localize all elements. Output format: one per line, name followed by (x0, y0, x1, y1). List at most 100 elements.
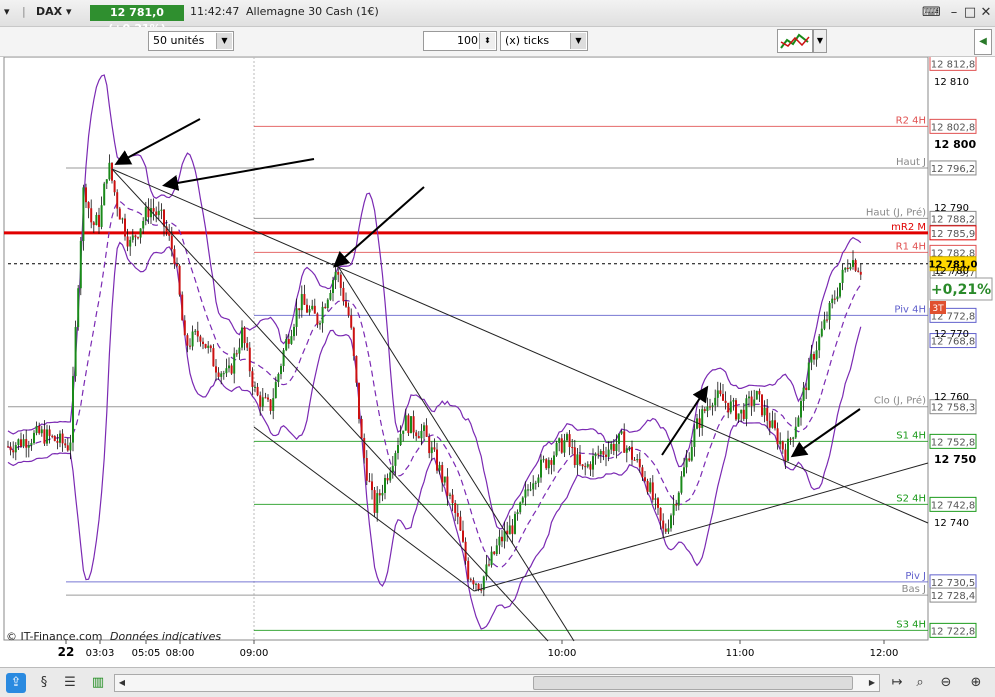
scroll-right-icon[interactable]: ▶ (865, 675, 879, 691)
candle-down (38, 425, 41, 434)
candle-down (454, 503, 457, 513)
candle-down (854, 260, 857, 271)
menu-icon[interactable]: ▾ (4, 5, 10, 18)
candle-down (719, 390, 722, 394)
units-select[interactable]: 50 unités ▼ (148, 31, 234, 51)
candle-down (256, 386, 259, 396)
candle-up (807, 362, 810, 391)
candle-down (53, 436, 56, 441)
candle-up (625, 448, 628, 453)
maximize-icon[interactable]: □ (962, 6, 978, 20)
scroll-left-icon[interactable]: ◀ (115, 675, 129, 691)
chart-tools-button[interactable] (777, 29, 813, 53)
candle-down (550, 460, 553, 465)
candle-down (85, 187, 87, 203)
y-tick-label: 12 750 (934, 453, 976, 466)
candle-down (758, 390, 761, 395)
candle-down (64, 443, 67, 446)
candle-down (230, 365, 233, 374)
candle-up (79, 240, 82, 289)
candle-down (303, 294, 306, 305)
candle-up (558, 438, 561, 443)
candle-up (285, 339, 288, 351)
annotation-arrow (790, 408, 861, 458)
instrument-short[interactable]: DAX (36, 5, 62, 18)
level-value: 12 788,2 (931, 214, 976, 225)
share-icon[interactable]: ⇪ (6, 673, 26, 693)
candles-icon[interactable]: ▥ (88, 673, 108, 693)
candle-down (176, 264, 178, 266)
candle-down (581, 464, 584, 467)
scroll-thumb[interactable] (533, 676, 853, 690)
candle-up (787, 438, 789, 461)
stepper-arrows-icon[interactable]: ⬍ (479, 33, 495, 49)
price-chart[interactable]: R2 4H Haut J Haut (J, Pré) mR2 M R1 4H Piv 4H… (0, 55, 995, 667)
candle-up (33, 432, 35, 444)
ticks-unit-select[interactable]: (x) ticks ▼ (500, 31, 588, 51)
candle-down (345, 301, 347, 307)
candle-down (20, 439, 22, 447)
level-name: R2 4H (896, 115, 926, 126)
bottom-toolbar: ⇪ § ☰ ▥ ◀ ▶ ↦ ⌕ ⊖ ⊕ (0, 667, 995, 697)
candle-down (488, 564, 490, 566)
candle-down (126, 236, 129, 247)
close-icon[interactable]: ✕ (978, 6, 994, 20)
ticks-count-stepper[interactable]: 100 ⬍ (423, 31, 497, 51)
zoom-fit-icon[interactable]: ⌕ (910, 673, 930, 693)
candle-down (339, 274, 342, 288)
chevron-down-icon[interactable]: ▼ (216, 33, 232, 49)
level-value-box: 12 812,8 (929, 55, 977, 71)
level-value: 12 796,2 (931, 164, 976, 175)
candle-down (134, 235, 137, 238)
time-scrollbar[interactable]: ◀ ▶ (114, 674, 880, 692)
candle-up (300, 294, 303, 311)
keyboard-icon[interactable]: ⌨ (922, 6, 941, 20)
candle-down (386, 477, 389, 481)
level-name: Piv J (905, 571, 926, 582)
candle-down (111, 162, 113, 181)
candle-up (295, 308, 298, 327)
candles-layer (7, 154, 862, 597)
candle-down (202, 341, 204, 345)
candle-up (852, 260, 854, 267)
candle-up (818, 336, 821, 351)
chevron-down-icon[interactable]: ▾ (66, 5, 72, 18)
bollinger-upper (7, 74, 862, 530)
chevron-down-icon[interactable]: ▼ (570, 33, 586, 49)
candle-down (826, 319, 828, 321)
list-icon[interactable]: ☰ (60, 673, 80, 693)
title-bar: ▾ | DAX ▾ 12 781,0 (+0,21%) 11:42:47 All… (0, 0, 995, 35)
instrument-name: Allemagne 30 Cash (1€) (246, 5, 379, 18)
x-tick-label: 03:03 (86, 648, 115, 659)
level-value-box: 12 728,4 (929, 587, 977, 603)
zoom-in-icon[interactable]: ⊕ (966, 673, 986, 693)
candle-up (261, 397, 264, 407)
chart-area[interactable]: R2 4H Haut J Haut (J, Pré) mR2 M R1 4H Piv 4H… (0, 55, 995, 667)
candle-down (638, 458, 641, 468)
auto-scroll-icon[interactable]: ↦ (887, 673, 907, 693)
candle-up (748, 396, 750, 399)
candle-down (66, 445, 69, 451)
candle-down (646, 480, 649, 492)
candle-up (311, 305, 314, 310)
side-panel-toggle-icon[interactable]: ◀ (974, 29, 992, 55)
candle-down (170, 235, 173, 250)
candle-up (399, 433, 402, 446)
chevron-down-icon[interactable]: ▼ (813, 29, 827, 53)
candle-up (241, 327, 243, 348)
candle-up (384, 477, 386, 493)
level-value-box: 12 785,9 (929, 225, 977, 241)
lock-tool-icon[interactable]: § (34, 673, 54, 693)
candle-down (116, 192, 119, 209)
zoom-out-icon[interactable]: ⊖ (936, 673, 956, 693)
candle-down (316, 313, 319, 325)
minimize-icon[interactable]: – (946, 6, 962, 20)
ticks-count-value: 100 (457, 34, 478, 47)
candle-up (690, 446, 693, 461)
y-tick-label: 12 800 (934, 138, 976, 151)
candle-up (290, 336, 293, 344)
x-tick-label: 08:00 (166, 648, 195, 659)
candle-up (849, 266, 852, 269)
candle-down (493, 551, 496, 555)
candle-down (833, 298, 836, 300)
